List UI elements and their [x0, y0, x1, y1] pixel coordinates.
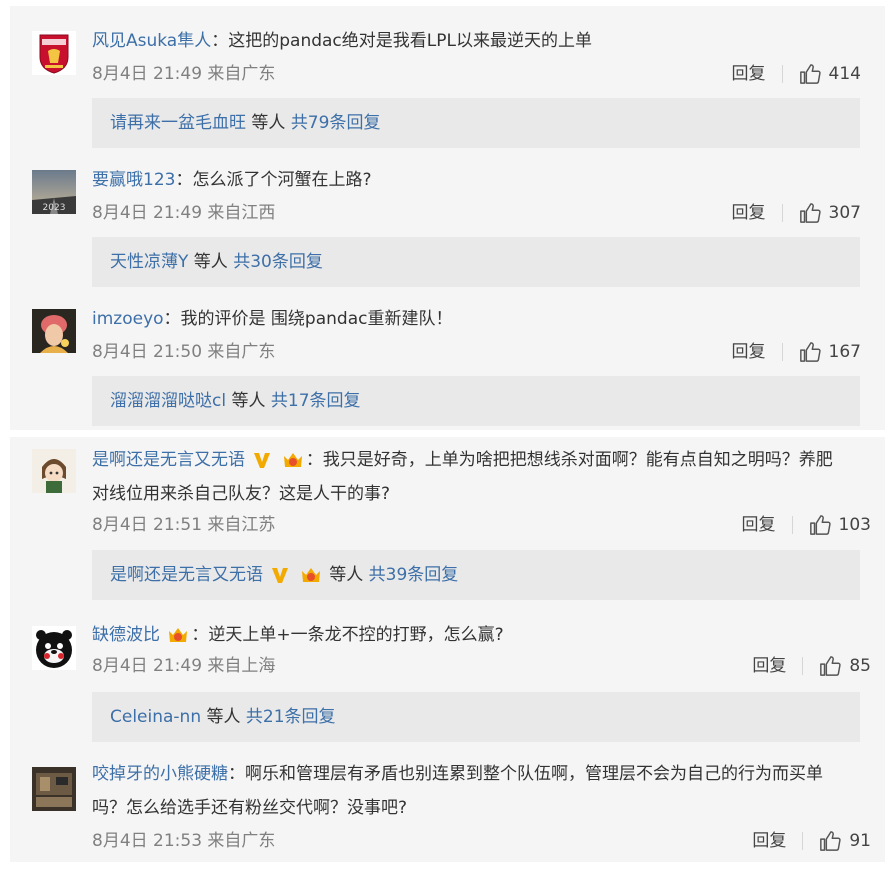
sub-replies-box[interactable]: 请再来一盆毛血旺 等人 共79条回复: [92, 98, 860, 148]
comment-body-line-2: 吗？怎么给选手还有粉丝交代啊？没事吧?: [92, 798, 408, 818]
comment-actions: 回复 167: [732, 338, 861, 366]
crown-badge-icon: [169, 628, 188, 642]
comment-meta: 8月4日 21:49 来自广东: [92, 64, 276, 84]
comment-text-line: 是啊还是无言又无语 ：我只是好奇，上单为啥把把想线杀对面啊？能有点自知之明吗？养…: [92, 443, 865, 477]
reply-button[interactable]: 回复: [742, 511, 776, 539]
username-link[interactable]: imzoeyo: [92, 309, 164, 329]
sub-reply-mid: 等人: [323, 565, 369, 585]
comment-meta: 8月4日 21:51 来自江苏: [92, 515, 276, 535]
thumbs-up-icon[interactable]: [809, 514, 831, 536]
sub-replies-box[interactable]: 是啊还是无言又无语 等人 共39条回复: [92, 550, 860, 600]
comment-body: ：怎么派了个河蟹在上路?: [175, 170, 372, 190]
avatar[interactable]: 2023: [32, 170, 76, 214]
vip-v-icon: [254, 453, 271, 468]
reply-button[interactable]: 回复: [732, 338, 766, 366]
sub-replies-box[interactable]: 天性凉薄Y 等人 共30条回复: [92, 237, 860, 287]
crown-badge-icon: [301, 568, 320, 582]
like-count: 103: [838, 515, 871, 535]
comment-meta: 8月4日 21:49 来自上海: [92, 656, 276, 676]
comment-panel-2: 是啊还是无言又无语 ：我只是好奇，上单为啥把把想线杀对面啊？能有点自知之明吗？养…: [10, 437, 885, 862]
avatar[interactable]: [32, 449, 76, 493]
reply-button[interactable]: 回复: [732, 199, 766, 227]
divider: [781, 65, 783, 83]
comment-meta: 8月4日 21:50 来自广东: [92, 342, 276, 362]
like-count: 414: [828, 64, 861, 84]
divider: [802, 832, 804, 850]
comment-text-line: 缺德波比 ：逆天上单+一条龙不控的打野，怎么赢?: [92, 618, 865, 652]
comment-body: ：啊乐和管理层有矛盾也别连累到整个队伍啊，管理层不会为自己的行为而买单: [228, 764, 823, 784]
reply-button[interactable]: 回复: [752, 827, 786, 855]
comment-body-line-2: 对线位用来杀自己队友？这是人干的事?: [92, 484, 391, 504]
username-link[interactable]: 缺德波比: [92, 625, 160, 645]
comment-body: ：逆天上单+一条龙不控的打野，怎么赢?: [191, 625, 504, 645]
comment-text-line: imzoeyo：我的评价是 围绕pandac重新建队！: [92, 302, 865, 336]
reply-button[interactable]: 回复: [752, 652, 786, 680]
username-link[interactable]: 要赢哦123: [92, 170, 175, 190]
sub-reply-count[interactable]: 共17条回复: [271, 391, 361, 411]
sub-reply-user[interactable]: 溜溜溜溜哒哒cl: [110, 391, 226, 411]
comment-actions: 回复 91: [752, 827, 871, 855]
sub-reply-mid: 等人: [188, 252, 234, 272]
sub-reply-user[interactable]: 天性凉薄Y: [110, 252, 188, 272]
comment-text-line: 风见Asuka隼人：这把的pandac绝对是我看LPL以来最逆天的上单: [92, 24, 865, 58]
like-count: 91: [849, 831, 871, 851]
thumbs-up-icon[interactable]: [819, 830, 842, 852]
comment-actions: 回复 103: [742, 511, 871, 539]
comment-meta: 8月4日 21:49 来自江西: [92, 203, 276, 223]
crown-badge-icon: [283, 453, 302, 467]
avatar[interactable]: [32, 626, 76, 670]
vip-v-icon: [272, 568, 289, 583]
comment-text-line: 要赢哦123：怎么派了个河蟹在上路?: [92, 163, 865, 197]
comment-actions: 回复 85: [752, 652, 871, 680]
sub-reply-count[interactable]: 共21条回复: [246, 707, 336, 727]
sub-reply-user[interactable]: 请再来一盆毛血旺: [110, 113, 246, 133]
sub-reply-user[interactable]: Celeina-nn: [110, 707, 201, 727]
sub-reply-count[interactable]: 共39条回复: [369, 565, 459, 585]
like-count: 167: [828, 342, 861, 362]
divider: [781, 343, 783, 361]
thumbs-up-icon[interactable]: [799, 63, 821, 85]
thumbs-up-icon[interactable]: [819, 655, 842, 677]
divider: [802, 657, 804, 675]
comment-body: ：这把的pandac绝对是我看LPL以来最逆天的上单: [211, 31, 592, 51]
avatar[interactable]: [32, 309, 76, 353]
comment-panel-1: 风见Asuka隼人：这把的pandac绝对是我看LPL以来最逆天的上单 8月4日…: [10, 6, 885, 430]
comment-actions: 回复 307: [732, 199, 861, 227]
divider: [791, 516, 793, 534]
sub-replies-box[interactable]: 溜溜溜溜哒哒cl 等人 共17条回复: [92, 376, 860, 426]
comment-body: ：我的评价是 围绕pandac重新建队！: [163, 309, 453, 329]
username-link[interactable]: 风见Asuka隼人: [92, 31, 211, 51]
username-link[interactable]: 是啊还是无言又无语: [92, 450, 245, 470]
avatar[interactable]: [32, 767, 76, 811]
divider: [781, 204, 783, 222]
svg-text:2023: 2023: [43, 203, 66, 213]
thumbs-up-icon[interactable]: [799, 341, 821, 363]
comment-body: ：我只是好奇，上单为啥把把想线杀对面啊？能有点自知之明吗？养肥: [305, 450, 833, 470]
comment-actions: 回复 414: [732, 60, 861, 88]
username-link[interactable]: 咬掉牙的小熊硬糖: [92, 764, 228, 784]
thumbs-up-icon[interactable]: [799, 202, 821, 224]
sub-replies-box[interactable]: Celeina-nn 等人 共21条回复: [92, 692, 860, 742]
comment-text-line: 咬掉牙的小熊硬糖：啊乐和管理层有矛盾也别连累到整个队伍啊，管理层不会为自己的行为…: [92, 757, 865, 791]
like-count: 85: [849, 656, 871, 676]
sub-reply-user[interactable]: 是啊还是无言又无语: [110, 565, 263, 585]
sub-reply-count[interactable]: 共79条回复: [291, 113, 381, 133]
reply-button[interactable]: 回复: [732, 60, 766, 88]
sub-reply-mid: 等人: [226, 391, 271, 411]
like-count: 307: [828, 203, 861, 223]
sub-reply-mid: 等人: [246, 113, 291, 133]
sub-reply-mid: 等人: [201, 707, 246, 727]
comment-meta: 8月4日 21:53 来自广东: [92, 831, 276, 851]
sub-reply-count[interactable]: 共30条回复: [233, 252, 323, 272]
avatar[interactable]: [32, 31, 76, 75]
